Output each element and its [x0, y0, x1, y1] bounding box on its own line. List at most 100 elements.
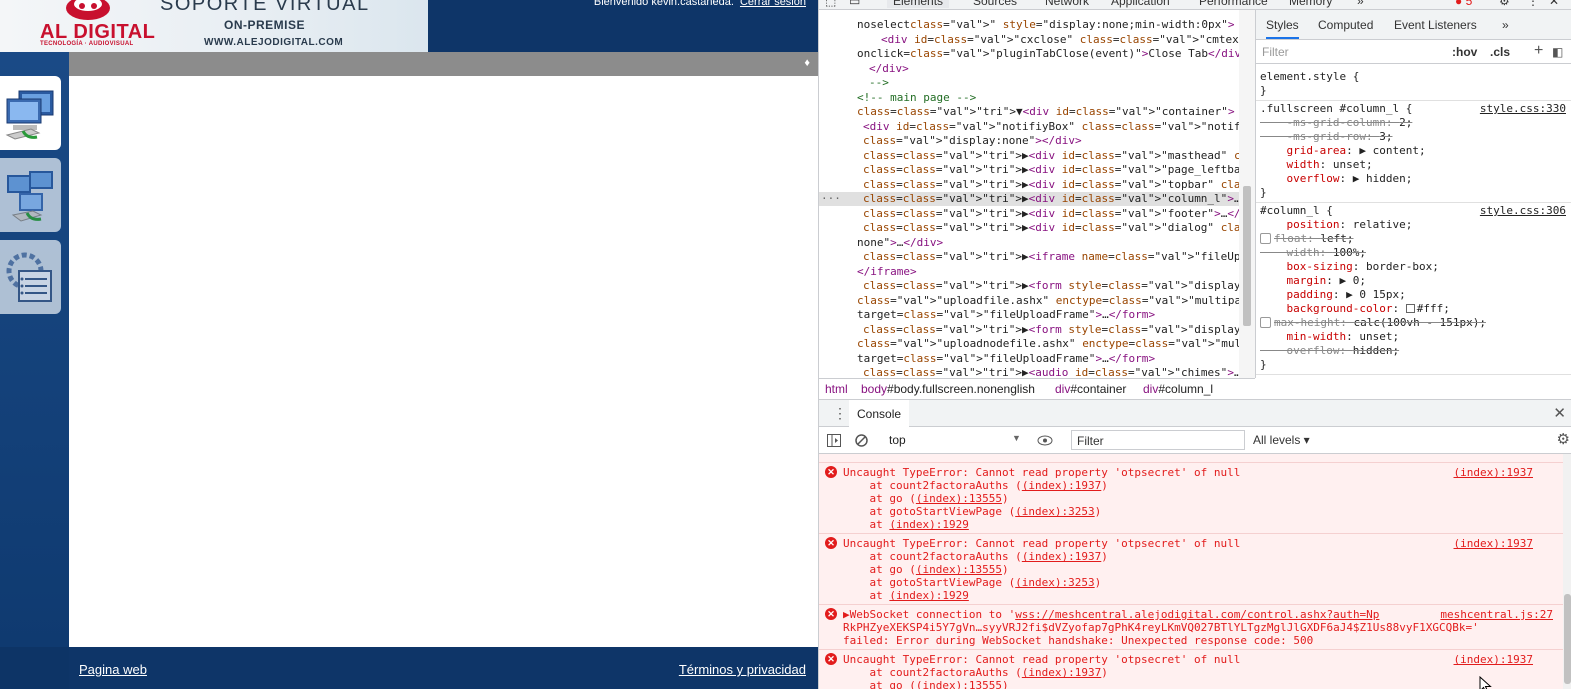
dom-node-line[interactable]: class="val">"uploadfile.ashx" enctype=cl…: [857, 294, 1255, 308]
css-property[interactable]: background-color: #fff;: [1260, 302, 1566, 316]
color-swatch-icon[interactable]: [1405, 304, 1415, 313]
hov-toggle[interactable]: :hov: [1452, 45, 1477, 59]
more-tabs-icon[interactable]: »: [1357, 0, 1364, 8]
tab-performance[interactable]: Performance: [1199, 0, 1268, 8]
tab-sources[interactable]: Sources: [973, 0, 1017, 8]
css-property[interactable]: -ms-grid-row: 3;: [1260, 130, 1566, 144]
eye-icon[interactable]: [1037, 435, 1053, 446]
message-source-link[interactable]: (index):1937: [1454, 653, 1533, 666]
message-source-link[interactable]: meshcentral.js:27: [1440, 608, 1553, 621]
dom-node-line[interactable]: onclick=class="val">"pluginTabClose(even…: [857, 47, 1255, 61]
dom-node-line[interactable]: class=class="val">"tri">▶<div id=class="…: [863, 221, 1255, 235]
close-devtools-icon[interactable]: ✕: [1549, 0, 1559, 8]
css-property[interactable]: width: unset;: [1260, 158, 1566, 172]
console-error-message[interactable]: ✕ ▶WebSocket connection to 'wss://meshcen…: [819, 604, 1563, 649]
topbar-toggle-icon[interactable]: ♦: [804, 57, 810, 69]
dom-node-line[interactable]: none">…</div>: [857, 236, 1255, 250]
css-property[interactable]: width: 100%;: [1260, 246, 1566, 260]
dom-node-line[interactable]: <div id=class="val">"cxclose" class=clas…: [881, 33, 1255, 47]
dom-node-line[interactable]: noselectclass="val">" style="display:non…: [857, 18, 1255, 32]
dom-node-line[interactable]: <!-- main page -->: [857, 91, 1255, 105]
dom-node-line[interactable]: class=class="val">"tri">▶<iframe name=cl…: [863, 250, 1255, 264]
dom-node-line[interactable]: class=class="val">"tri">▶<audio id=class…: [863, 366, 1255, 378]
property-checkbox[interactable]: [1260, 317, 1271, 328]
sidebar-toggle-icon[interactable]: ◧: [1552, 45, 1563, 59]
tab-elements[interactable]: Elements: [887, 0, 950, 8]
css-property[interactable]: box-sizing: border-box;: [1260, 260, 1566, 274]
styles-filter-input[interactable]: Filter: [1262, 45, 1289, 59]
tab-network[interactable]: Network: [1045, 0, 1089, 8]
logout-link[interactable]: Cerrar sesión: [740, 0, 806, 8]
kebab-menu-icon[interactable]: ⋮: [1527, 0, 1539, 8]
dom-node-line[interactable]: class=class="val">"tri">▼<div id=class="…: [857, 105, 1255, 119]
breadcrumb-item[interactable]: html: [825, 382, 848, 396]
breadcrumb-item[interactable]: div#column_l: [1143, 382, 1213, 396]
settings-gear-icon[interactable]: ⚙: [1499, 0, 1510, 8]
css-property[interactable]: -ms-grid-column: 2;: [1260, 116, 1566, 130]
device-toggle-icon[interactable]: ▭: [849, 0, 860, 8]
css-property[interactable]: overflow: hidden;: [1260, 344, 1566, 358]
cls-toggle[interactable]: .cls: [1490, 45, 1510, 59]
breadcrumb-item[interactable]: div#container: [1055, 382, 1126, 396]
footer-link-website[interactable]: Pagina web: [79, 662, 147, 677]
console-error-message[interactable]: ✕ Uncaught TypeError: Cannot read propert…: [819, 649, 1563, 689]
css-property[interactable]: min-width: unset;: [1260, 330, 1566, 344]
dom-node-line[interactable]: class="val">"display:none"></div>: [863, 134, 1255, 148]
tab-styles[interactable]: Styles: [1266, 18, 1299, 39]
sidebar-button-computer[interactable]: [0, 76, 61, 150]
clear-console-icon[interactable]: [855, 434, 868, 447]
message-source-link[interactable]: (index):1937: [1454, 537, 1533, 550]
css-property[interactable]: grid-area: ▶ content;: [1260, 144, 1566, 158]
dom-node-line[interactable]: target=class="val">"fileUploadFrame">…</…: [857, 352, 1255, 366]
error-count-icon[interactable]: ● 5: [1455, 0, 1472, 8]
dom-node-line[interactable]: </iframe>: [857, 265, 1255, 279]
node-actions-icon[interactable]: ···: [821, 192, 841, 206]
css-property[interactable]: float: left;: [1260, 232, 1566, 246]
tab-event-listeners[interactable]: Event Listeners: [1394, 18, 1477, 32]
dom-node-line[interactable]: -->: [869, 76, 1255, 90]
more-style-tabs-icon[interactable]: »: [1502, 18, 1509, 32]
message-source-link[interactable]: (index):1937: [1454, 466, 1533, 479]
tab-computed[interactable]: Computed: [1318, 18, 1373, 32]
dom-node-line[interactable]: class=class="val">"tri">▶<form style=cla…: [863, 279, 1255, 293]
context-selector[interactable]: top: [889, 433, 906, 447]
dom-node-line[interactable]: class=class="val">"tri">▶<div id=class="…: [863, 163, 1255, 177]
console-error-message[interactable]: ✕ Uncaught TypeError: Cannot read propert…: [819, 533, 1563, 604]
console-scrollbar[interactable]: [1563, 454, 1571, 689]
dom-node-line[interactable]: class=class="val">"tri">▶<div id=class="…: [863, 149, 1255, 163]
elements-scrollbar[interactable]: [1239, 10, 1255, 378]
css-property[interactable]: max-height: calc(100vh - 151px);: [1260, 316, 1566, 330]
console-error-message[interactable]: ✕ Uncaught TypeError: Cannot read propert…: [819, 462, 1563, 533]
tab-console[interactable]: Console: [849, 400, 910, 427]
css-property[interactable]: overflow: ▶ hidden;: [1260, 172, 1566, 186]
console-settings-gear-icon[interactable]: ⚙: [1557, 430, 1570, 448]
sidebar-toggle-icon[interactable]: [827, 434, 841, 447]
css-property[interactable]: padding: ▶ 0 15px;: [1260, 288, 1566, 302]
dom-node-line[interactable]: </div>: [869, 62, 1255, 76]
rule-source-link[interactable]: style.css:330: [1480, 102, 1566, 115]
tab-memory[interactable]: Memory: [1289, 0, 1332, 8]
console-filter-input[interactable]: Filter: [1071, 430, 1245, 450]
dom-node-line[interactable]: class="val">"uploadnodefile.ashx" enctyp…: [857, 337, 1255, 351]
dom-node-line[interactable]: class=class="val">"tri">▶<div id=class="…: [819, 192, 1255, 206]
dom-node-line[interactable]: class=class="val">"tri">▶<div id=class="…: [863, 178, 1255, 192]
close-drawer-icon[interactable]: ✕: [1553, 404, 1566, 422]
sidebar-button-settings[interactable]: [0, 240, 61, 314]
dom-node-line[interactable]: class=class="val">"tri">▶<form style=cla…: [863, 323, 1255, 337]
tab-application[interactable]: Application: [1111, 0, 1170, 8]
dom-node-line[interactable]: <div id=class="val">"notifiyBox" class=c…: [863, 120, 1255, 134]
sidebar-button-computers-group[interactable]: [0, 158, 61, 232]
css-property[interactable]: position: relative;: [1260, 218, 1566, 232]
css-property[interactable]: margin: ▶ 0;: [1260, 274, 1566, 288]
rule-source-link[interactable]: style.css:306: [1480, 204, 1566, 217]
new-rule-icon[interactable]: +: [1534, 42, 1543, 60]
dom-node-line[interactable]: target=class="val">"fileUploadFrame">…</…: [857, 308, 1255, 322]
breadcrumb-item[interactable]: body#body.fullscreen.nonenglish: [861, 382, 1035, 396]
drawer-menu-icon[interactable]: ⋮: [833, 405, 847, 422]
dom-node-line[interactable]: class=class="val">"tri">▶<div id=class="…: [863, 207, 1255, 221]
log-levels-dropdown[interactable]: All levels ▾: [1253, 433, 1310, 447]
footer-link-terms[interactable]: Términos y privacidad: [679, 662, 806, 677]
property-checkbox[interactable]: [1260, 233, 1271, 244]
inspect-icon[interactable]: ⬚: [825, 0, 836, 8]
chevron-down-icon[interactable]: ▼: [1012, 433, 1021, 443]
